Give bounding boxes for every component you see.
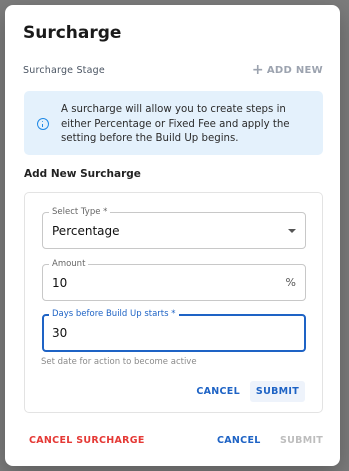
amount-label: Amount	[49, 259, 89, 270]
select-type-field[interactable]: Select Type * Percentage	[42, 207, 306, 249]
select-type-value: Percentage	[52, 224, 120, 238]
amount-value: 10	[52, 276, 68, 290]
footer-cancel-button[interactable]: CANCEL	[217, 435, 261, 446]
add-new-label: ADD NEW	[266, 64, 323, 76]
surcharge-stage-row: Surcharge Stage + ADD NEW	[23, 63, 323, 83]
amount-field[interactable]: Amount 10 %	[42, 259, 306, 301]
info-text: A surcharge will allow you to create ste…	[61, 104, 290, 144]
footer-submit-button[interactable]: SUBMIT	[280, 435, 323, 446]
percent-suffix: %	[285, 276, 296, 289]
card-submit-button[interactable]: SUBMIT	[249, 381, 305, 402]
card-cancel-button[interactable]: CANCEL	[190, 381, 246, 402]
caret-down-icon[interactable]	[288, 229, 296, 233]
dialog-title: Surcharge	[23, 23, 122, 43]
info-alert: A surcharge will allow you to create ste…	[24, 91, 323, 155]
info-icon	[37, 118, 49, 130]
dialog-footer: CANCEL SURCHARGE CANCEL SUBMIT	[5, 431, 340, 453]
section-title: Add New Surcharge	[24, 168, 141, 180]
days-before-label: Days before Build Up starts *	[49, 309, 179, 320]
surcharge-dialog: Surcharge Surcharge Stage + ADD NEW A su…	[5, 5, 340, 466]
plus-icon: +	[251, 62, 264, 78]
days-before-field[interactable]: Days before Build Up starts * 30	[42, 309, 306, 352]
cancel-surcharge-button[interactable]: CANCEL SURCHARGE	[29, 435, 145, 446]
helper-text: Set date for action to become active	[41, 357, 197, 367]
days-before-value: 30	[52, 326, 68, 340]
add-surcharge-card: Select Type * Percentage Amount 10 % Day…	[24, 192, 323, 413]
surcharge-stage-label: Surcharge Stage	[23, 65, 105, 76]
add-new-button[interactable]: + ADD NEW	[252, 63, 323, 77]
card-actions: CANCEL SUBMIT	[190, 381, 305, 402]
select-type-label: Select Type *	[49, 207, 111, 218]
